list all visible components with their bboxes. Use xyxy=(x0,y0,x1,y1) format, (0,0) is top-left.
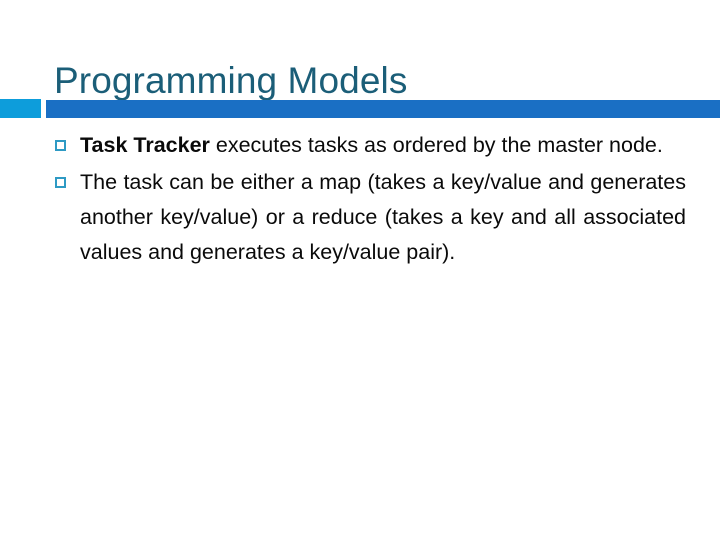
divider-accent-square xyxy=(0,99,41,118)
list-item-text: The task can be either a map (takes a ke… xyxy=(80,165,686,270)
bullet-list: Task Tracker executes tasks as ordered b… xyxy=(50,128,686,272)
list-item-lead: Task Tracker xyxy=(80,133,210,157)
square-bullet-icon xyxy=(55,140,66,151)
list-item-body: executes tasks as ordered by the master … xyxy=(209,133,663,157)
square-bullet-icon xyxy=(55,177,66,188)
list-item: The task can be either a map (takes a ke… xyxy=(50,165,686,270)
list-item-body: The task can be either a map (takes a ke… xyxy=(80,170,686,264)
list-item-text: Task Tracker executes tasks as ordered b… xyxy=(80,128,686,163)
slide-canvas: Programming Models Task Tracker executes… xyxy=(0,0,720,540)
title-divider-bar xyxy=(0,99,720,118)
divider-accent-line xyxy=(46,100,720,118)
list-item: Task Tracker executes tasks as ordered b… xyxy=(50,128,686,163)
page-title: Programming Models xyxy=(54,59,408,101)
